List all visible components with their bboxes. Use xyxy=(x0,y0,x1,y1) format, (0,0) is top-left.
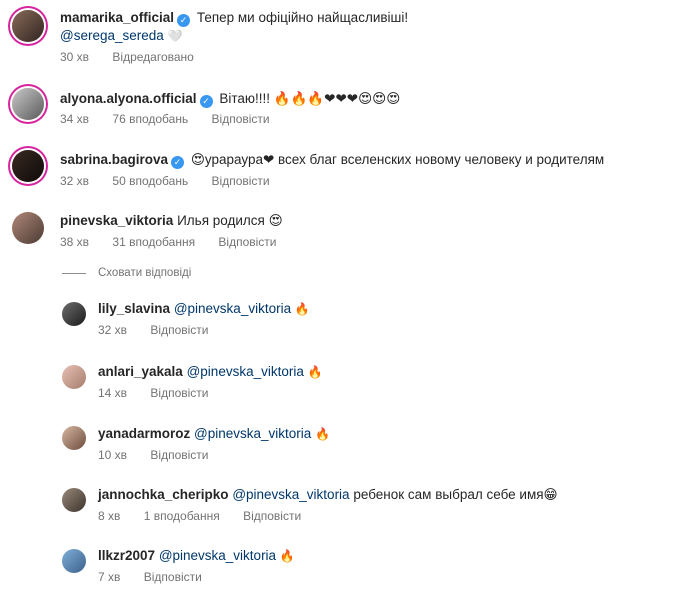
reply-button[interactable]: Відповісти xyxy=(150,323,208,337)
avatar[interactable] xyxy=(62,365,86,389)
comment-text-line: pinevska_viktoria Илья родился 😍 xyxy=(60,212,283,230)
mention-link[interactable]: @pinevska_viktoria xyxy=(232,487,349,502)
avatar[interactable] xyxy=(62,549,86,573)
username[interactable]: lily_slavina xyxy=(98,301,170,316)
mention-link[interactable]: @pinevska_viktoria xyxy=(159,548,276,563)
reply-meta: 32 хв Відповісти xyxy=(98,323,229,337)
reply-text-line: llkzr2007 @pinevska_viktoria 🔥 xyxy=(98,547,295,565)
avatar[interactable] xyxy=(12,150,44,182)
comment-meta: 38 хв 31 вподобання Відповісти xyxy=(60,235,297,249)
likes-count[interactable]: 1 вподобання xyxy=(144,509,220,523)
edited-label: Відредаговано xyxy=(112,50,194,64)
timestamp: 32 хв xyxy=(98,323,128,337)
username[interactable]: anlari_yakala xyxy=(98,364,183,379)
fire-icon: 🔥 xyxy=(279,549,295,563)
reply-button[interactable]: Відповісти xyxy=(218,235,276,249)
timestamp: 8 хв xyxy=(98,509,121,523)
comment-meta: 30 хв Відредаговано xyxy=(60,50,214,64)
reply-text-line: lily_slavina @pinevska_viktoria 🔥 xyxy=(98,300,310,318)
reply-button[interactable]: Відповісти xyxy=(243,509,301,523)
avatar[interactable] xyxy=(12,212,44,244)
white-heart-icon: 🤍 xyxy=(167,29,183,43)
mention-link[interactable]: @pinevska_viktoria xyxy=(187,364,304,379)
mention-link[interactable]: @pinevska_viktoria xyxy=(194,426,311,441)
timestamp: 30 хв xyxy=(60,50,90,64)
likes-count[interactable]: 76 вподобань xyxy=(112,112,188,126)
reply-button[interactable]: Відповісти xyxy=(144,570,202,584)
verified-badge-icon: ✓ xyxy=(199,95,213,108)
reply-text-line: yanadarmoroz @pinevska_viktoria 🔥 xyxy=(98,425,330,443)
username[interactable]: jannochka_cheripko xyxy=(98,487,229,502)
username[interactable]: yanadarmoroz xyxy=(98,426,190,441)
username[interactable]: mamarika_official xyxy=(60,10,174,25)
verified-badge-icon: ✓ xyxy=(171,156,185,169)
reply-meta: 14 хв Відповісти xyxy=(98,386,229,400)
verified-badge-icon: ✓ xyxy=(177,14,191,27)
mention-link[interactable]: @serega_sereda xyxy=(60,28,164,43)
avatar[interactable] xyxy=(62,302,86,326)
avatar[interactable] xyxy=(12,88,44,120)
avatar[interactable] xyxy=(62,426,86,450)
comment-meta: 32 хв 50 вподобань Відповісти xyxy=(60,174,290,188)
reply-button[interactable]: Відповісти xyxy=(150,386,208,400)
reply-text-line: jannochka_cheripko @pinevska_viktoria ре… xyxy=(98,486,558,504)
reply-meta: 10 хв Відповісти xyxy=(98,448,229,462)
hide-replies-button[interactable]: Сховати відповіді xyxy=(98,267,191,279)
reply-text-line: anlari_yakala @pinevska_viktoria 🔥 xyxy=(98,363,323,381)
timestamp: 10 хв xyxy=(98,448,128,462)
reply-button[interactable]: Відповісти xyxy=(212,174,270,188)
reply-button[interactable]: Відповісти xyxy=(212,112,270,126)
comment-meta: 34 хв 76 вподобань Відповісти xyxy=(60,112,290,126)
avatar[interactable] xyxy=(62,488,86,512)
comment-text-line: mamarika_official ✓ Тепер ми офіційно най… xyxy=(60,9,408,27)
fire-icon: 🔥 xyxy=(315,427,331,441)
reply-button[interactable]: Відповісти xyxy=(150,448,208,462)
comment-text-line-2: @serega_sereda 🤍 xyxy=(60,27,183,45)
reply-text: ребенок сам выбрал себе имя😁 xyxy=(353,487,558,502)
username[interactable]: alyona.alyona.official xyxy=(60,91,197,106)
username[interactable]: sabrina.bagirova xyxy=(60,152,168,167)
reply-meta: 7 хв Відповісти xyxy=(98,570,222,584)
comment-text-line: sabrina.bagirova ✓ 😍урараура❤ всех благ в… xyxy=(60,151,604,169)
username[interactable]: llkzr2007 xyxy=(98,548,155,563)
fire-icon: 🔥 xyxy=(307,365,323,379)
fire-icon: 🔥 xyxy=(294,302,310,316)
comment-text: Илья родился 😍 xyxy=(177,213,283,228)
replies-divider xyxy=(62,273,86,274)
mention-link[interactable]: @pinevska_viktoria xyxy=(174,301,291,316)
avatar[interactable] xyxy=(12,10,44,42)
timestamp: 34 хв xyxy=(60,112,90,126)
likes-count[interactable]: 50 вподобань xyxy=(112,174,188,188)
likes-count[interactable]: 31 вподобання xyxy=(112,235,195,249)
timestamp: 38 хв xyxy=(60,235,90,249)
timestamp: 14 хв xyxy=(98,386,128,400)
comment-text: Тепер ми офіційно найщасливіші! xyxy=(196,10,409,25)
reply-meta: 8 хв 1 вподобання Відповісти xyxy=(98,509,321,523)
timestamp: 7 хв xyxy=(98,570,121,584)
comment-text: 😍урараура❤ всех благ вселенских новому ч… xyxy=(190,152,605,167)
timestamp: 32 хв xyxy=(60,174,90,188)
comment-text: Вітаю!!!! 🔥🔥🔥❤❤❤😍😍😍 xyxy=(219,91,401,106)
username[interactable]: pinevska_viktoria xyxy=(60,213,173,228)
comment-text-line: alyona.alyona.official ✓ Вітаю!!!! 🔥🔥🔥❤❤❤… xyxy=(60,90,400,108)
